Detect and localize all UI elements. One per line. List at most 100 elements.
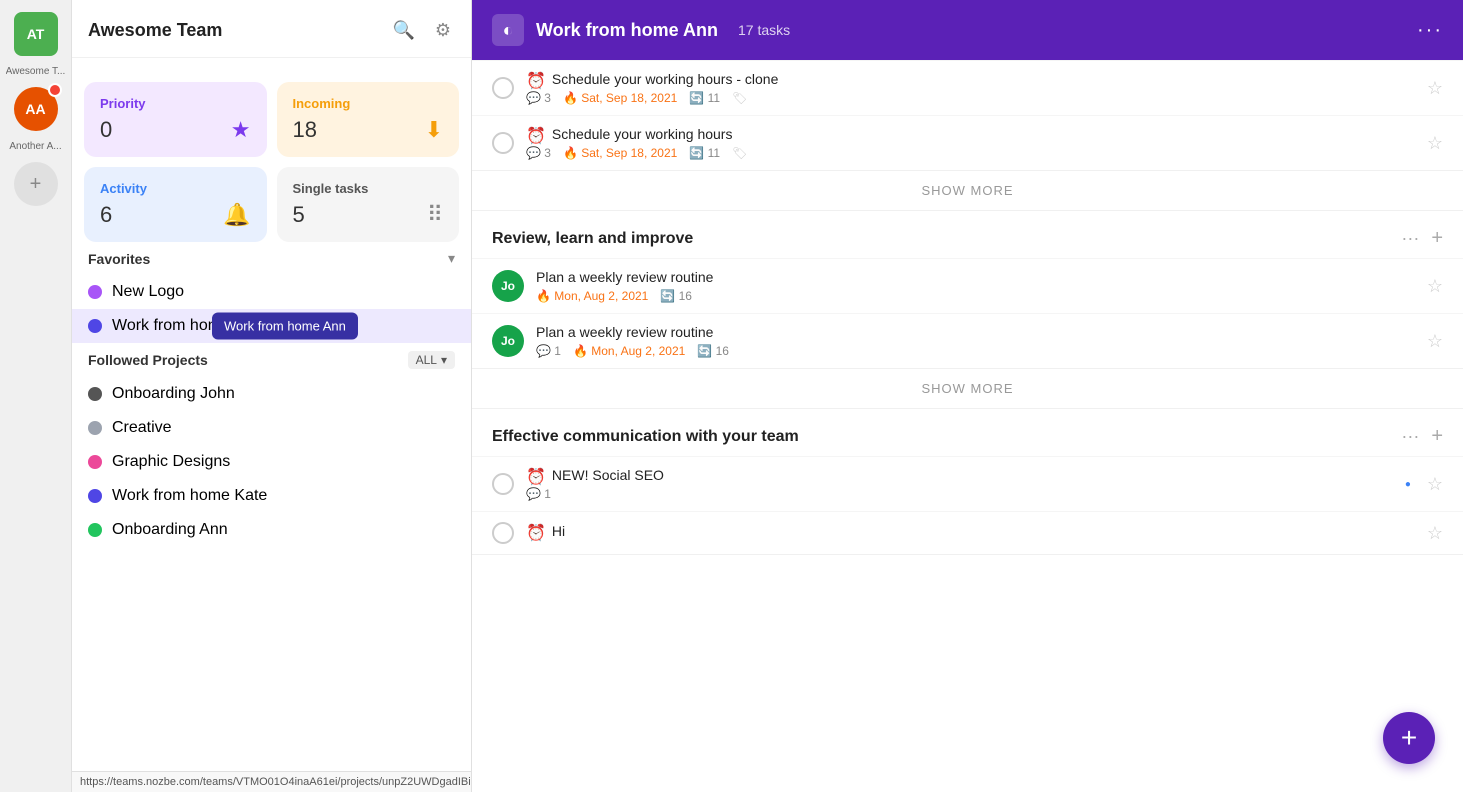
task-urgency-icon: ⏰ (526, 523, 546, 543)
stat-single-value: 5 (293, 202, 305, 228)
stats-grid: Priority 0 ★ Incoming 18 ⬇ Activity 6 🔔 (72, 70, 471, 242)
main-content: ◐ Work from home Ann 17 tasks ··· ⏰ Sche… (472, 0, 1463, 792)
section-add-button[interactable]: + (1431, 425, 1443, 448)
followed-projects-label: Followed Projects (88, 352, 208, 368)
project-icon-symbol: ◐ (503, 20, 514, 41)
work-from-home-dot (88, 319, 102, 333)
favorites-section-header[interactable]: Favorites ▾ (72, 242, 471, 275)
task-recur: 🔄 16 (660, 289, 692, 303)
activity-icon: 🔔 (223, 202, 250, 228)
work-from-home-kate-label: Work from home Kate (112, 487, 267, 505)
section-name-communication: Effective communication with your team (492, 428, 799, 446)
task-tag-icon: 🏷 (732, 146, 747, 160)
stat-priority-label: Priority (100, 96, 251, 111)
onboarding-ann-label: Onboarding Ann (112, 521, 228, 539)
task-urgency-icon: ⏰ (526, 71, 546, 91)
priority-icon: ★ (231, 117, 251, 143)
project-menu-button[interactable]: ··· (1417, 19, 1443, 42)
sidebar-item-onboarding-john[interactable]: Onboarding John (72, 377, 471, 411)
stat-priority-value: 0 (100, 117, 112, 143)
task-meta: 💬 3 🔥 Sat, Sep 18, 2021 🔄 11 🏷 (526, 91, 1415, 105)
avatar-aa[interactable]: AA (14, 87, 58, 131)
task-urgency-icon: ⏰ (526, 467, 546, 487)
work-from-home-kate-dot (88, 489, 102, 503)
task-comments: 💬 3 (526, 146, 551, 160)
sidebar-item-work-from-home-kate[interactable]: Work from home Kate (72, 479, 471, 513)
stat-activity-label: Activity (100, 181, 251, 196)
section-header-communication: Effective communication with your team ·… (472, 409, 1463, 456)
sidebar-item-onboarding-ann[interactable]: Onboarding Ann (72, 513, 471, 547)
graphic-designs-label: Graphic Designs (112, 453, 230, 471)
task-comments: 💬 3 (526, 91, 551, 105)
task-title: Schedule your working hours (552, 126, 733, 142)
task-fire: 🔥 Mon, Aug 2, 2021 (573, 344, 685, 358)
task-meta: 💬 1 (526, 487, 1393, 501)
sidebar-item-work-from-home[interactable]: Work from home Work from home Ann (72, 309, 471, 343)
graphic-designs-dot (88, 455, 102, 469)
section-header-review: Review, learn and improve ··· + (472, 211, 1463, 258)
task-area: ⏰ Schedule your working hours - clone 💬 … (472, 60, 1463, 792)
task-checkbox[interactable] (492, 522, 514, 544)
task-meta: 🔥 Mon, Aug 2, 2021 🔄 16 (536, 289, 1415, 303)
new-logo-label: New Logo (112, 283, 184, 301)
show-more-button[interactable]: SHOW MORE (472, 170, 1463, 210)
add-team-button[interactable]: + (14, 162, 58, 206)
section-add-button[interactable]: + (1431, 227, 1443, 250)
task-star-button[interactable]: ☆ (1427, 276, 1443, 297)
sidebar-title: Awesome Team (88, 20, 222, 41)
search-button[interactable]: 🔍 (388, 16, 418, 45)
task-star-button[interactable]: ☆ (1427, 78, 1443, 99)
main-header: ◐ Work from home Ann 17 tasks ··· (472, 0, 1463, 60)
section-actions: ··· + (1401, 227, 1443, 250)
task-meta: 💬 3 🔥 Sat, Sep 18, 2021 🔄 11 🏷 (526, 146, 1415, 160)
stat-incoming[interactable]: Incoming 18 ⬇ (277, 82, 460, 157)
task-body: ⏰ NEW! Social SEO 💬 1 (526, 467, 1393, 501)
task-title: Plan a weekly review routine (536, 324, 1415, 340)
single-tasks-icon: ⠿ (427, 202, 443, 228)
stat-priority[interactable]: Priority 0 ★ (84, 82, 267, 157)
all-projects-button[interactable]: ALL ▾ (408, 351, 455, 369)
stat-activity[interactable]: Activity 6 🔔 (84, 167, 267, 242)
show-more-button[interactable]: SHOW MORE (472, 368, 1463, 408)
task-checkbox[interactable] (492, 77, 514, 99)
task-comments: 💬 1 (526, 487, 551, 501)
sidebar-scroll: Priority 0 ★ Incoming 18 ⬇ Activity 6 🔔 (72, 58, 471, 771)
task-checkbox[interactable] (492, 132, 514, 154)
favorites-label: Favorites (88, 251, 150, 267)
task-title: NEW! Social SEO (552, 467, 664, 483)
task-urgency-icon: ⏰ (526, 126, 546, 146)
task-star-button[interactable]: ☆ (1427, 331, 1443, 352)
task-star-button[interactable]: ☆ (1427, 474, 1443, 495)
followed-projects-header: Followed Projects ALL ▾ (72, 343, 471, 377)
creative-label: Creative (112, 419, 172, 437)
section-menu-button[interactable]: ··· (1401, 426, 1419, 447)
url-bar: https://teams.nozbe.com/teams/VTMO01O4in… (72, 771, 471, 792)
task-recur: 🔄 16 (697, 344, 729, 358)
task-title: Plan a weekly review routine (536, 269, 1415, 285)
task-title: Hi (552, 523, 565, 539)
sidebar-item-new-logo[interactable]: New Logo (72, 275, 471, 309)
task-meta: 💬 1 🔥 Mon, Aug 2, 2021 🔄 16 (536, 344, 1415, 358)
stat-activity-value: 6 (100, 202, 112, 228)
task-item: ⏰ Schedule your working hours 💬 3 🔥 Sat,… (472, 115, 1463, 170)
task-title: Schedule your working hours - clone (552, 71, 778, 87)
task-section-communication: Effective communication with your team ·… (472, 409, 1463, 555)
sidebar-item-graphic-designs[interactable]: Graphic Designs (72, 445, 471, 479)
task-body: Plan a weekly review routine 💬 1 🔥 Mon, … (536, 324, 1415, 358)
task-star-button[interactable]: ☆ (1427, 133, 1443, 154)
avatar-at[interactable]: AT (14, 12, 58, 56)
stat-single-tasks[interactable]: Single tasks 5 ⠿ (277, 167, 460, 242)
task-item: Jo Plan a weekly review routine 🔥 Mon, A… (472, 258, 1463, 313)
task-checkbox[interactable] (492, 473, 514, 495)
all-label: ALL (416, 353, 437, 367)
settings-button[interactable]: ⚙ (431, 16, 455, 45)
section-menu-button[interactable]: ··· (1401, 228, 1419, 249)
create-task-fab[interactable]: + (1383, 712, 1435, 764)
task-star-button[interactable]: ☆ (1427, 523, 1443, 544)
sidebar-header: Awesome Team 🔍 ⚙ (72, 0, 471, 58)
task-avatar-jo: Jo (492, 325, 524, 357)
stat-single-label: Single tasks (293, 181, 444, 196)
project-icon: ◐ (492, 14, 524, 46)
sidebar-item-creative[interactable]: Creative (72, 411, 471, 445)
project-title: Work from home Ann (536, 20, 718, 41)
